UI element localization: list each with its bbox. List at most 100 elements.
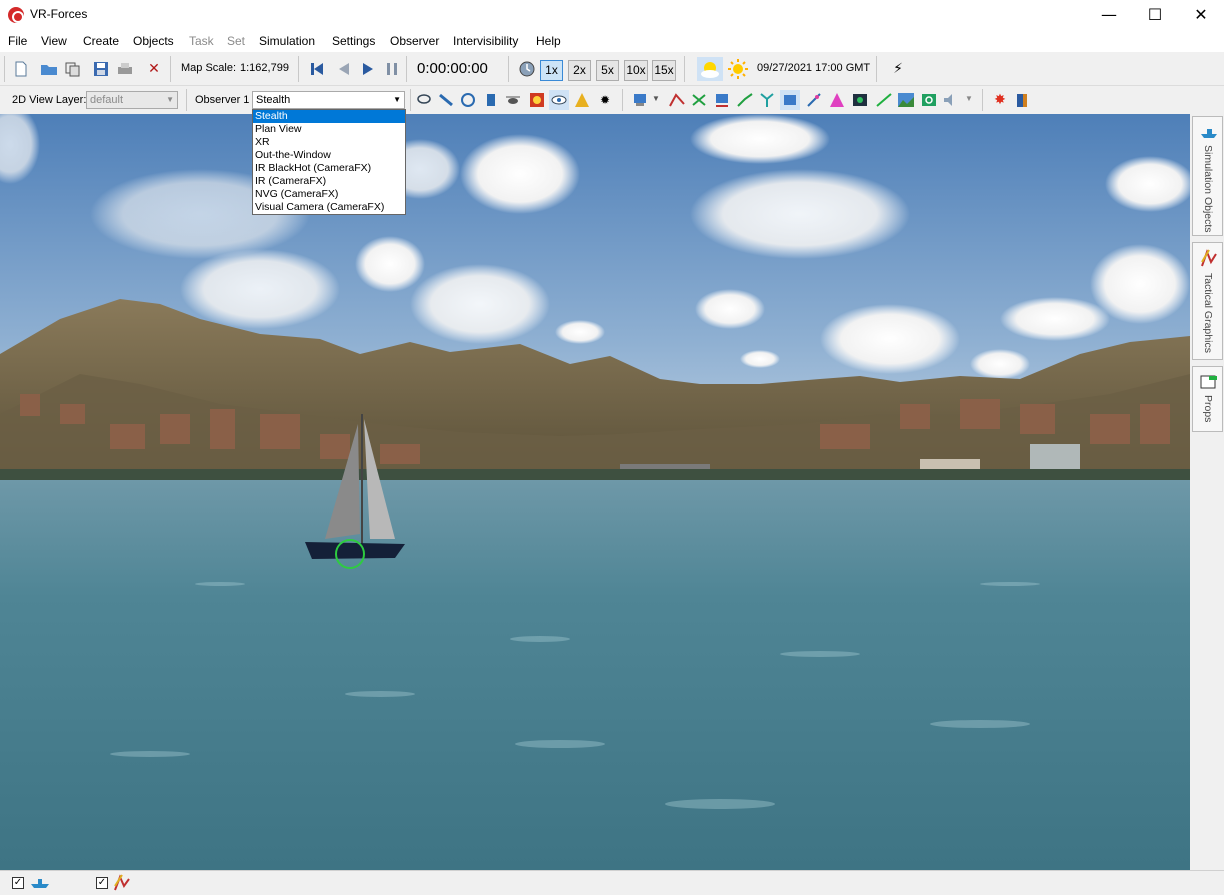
close-button[interactable]: ✕ [1178,0,1224,30]
maximize-button[interactable]: ☐ [1132,0,1178,30]
terrain-button[interactable] [896,90,916,110]
explosion-button[interactable]: ✸ [990,90,1010,110]
save-button[interactable] [91,59,111,79]
gear-view-button[interactable]: ✹ [595,90,615,110]
line-icon [737,93,753,107]
save-icon [94,62,108,76]
menu-settings[interactable]: Settings [332,34,375,48]
chevron-down-icon: ▼ [393,95,401,104]
sensor-icon [853,94,867,106]
copy-icon [65,62,80,77]
tab-simulation-objects[interactable]: Simulation Objects [1192,116,1223,236]
create-object-button[interactable] [631,90,651,110]
line-button[interactable] [735,90,755,110]
open-scenario-button[interactable] [39,59,59,79]
speed-2x-button[interactable]: 2x [568,60,591,81]
observer-mode-option[interactable]: Out-the-Window [253,149,405,162]
close-scenario-button[interactable]: ✕ [144,59,164,79]
speed-5x-button[interactable]: 5x [596,60,619,81]
observer-mode-value: Stealth [256,94,291,106]
menu-file[interactable]: File [8,34,27,48]
print-button[interactable] [115,59,135,79]
observer-mode-option[interactable]: Plan View [253,123,405,136]
route-button[interactable] [667,90,687,110]
objects-visibility-checkbox[interactable]: ✓ [12,877,24,889]
helicopter-button[interactable] [503,90,523,110]
view-layer-select[interactable]: default ▼ [86,91,178,109]
3d-viewport[interactable] [0,114,1190,870]
menu-observer[interactable]: Observer [390,34,439,48]
cube-icon [784,95,796,105]
waypoints-button[interactable] [689,90,709,110]
rewind-button[interactable] [307,59,327,79]
time-of-day-button[interactable] [726,57,750,81]
visibility-button[interactable] [549,90,569,110]
menu-set[interactable]: Set [227,34,245,48]
lasso-icon [417,94,431,104]
speed-15x-button[interactable]: 15x [652,60,676,81]
menu-view[interactable]: View [41,34,67,48]
laser-button[interactable] [874,90,894,110]
pause-icon [387,63,397,75]
chevron-down-icon[interactable]: ▼ [965,94,973,103]
gear-icon: ✹ [599,93,611,107]
chevron-down-icon[interactable]: ▼ [652,94,660,103]
sensor-button[interactable] [850,90,870,110]
skip-start-icon [311,63,323,75]
observer-label: Observer 1 [195,94,250,106]
status-bar: ✓ ✓ [0,870,1224,895]
observer-mode-option[interactable]: XR [253,136,405,149]
speed-10x-button[interactable]: 10x [624,60,648,81]
graphics-visibility-checkbox[interactable]: ✓ [96,877,108,889]
menu-intervisibility[interactable]: Intervisibility [453,34,518,48]
anchor-button[interactable] [458,90,478,110]
new-scenario-button[interactable] [11,59,31,79]
menu-objects[interactable]: Objects [133,34,174,48]
weather-button[interactable] [697,57,723,81]
branch-button[interactable] [757,90,777,110]
menu-task[interactable]: Task [189,34,214,48]
pencil-route-icon [807,93,821,107]
door-icon [1017,94,1027,107]
pyramid-button[interactable] [572,90,592,110]
play-button[interactable] [358,59,378,79]
tab-props[interactable]: Props [1192,366,1223,432]
helicopter-icon [506,96,520,104]
exit-button[interactable] [1013,90,1033,110]
lasso-button[interactable] [414,90,434,110]
observer-mode-option[interactable]: Stealth [253,110,405,123]
shape-button[interactable] [780,90,800,110]
toolbar-grip [4,56,5,82]
minimize-button[interactable]: — [1086,0,1132,30]
time-multiplier-button[interactable] [517,59,537,79]
lightning-button[interactable]: ⚡ [888,59,908,79]
bookmark-button[interactable] [481,90,501,110]
speed-1x-button[interactable]: 1x [540,60,563,81]
tab-tactical-graphics[interactable]: Tactical Graphics [1192,242,1223,360]
observer-mode-select[interactable]: Stealth ▼ [252,91,405,109]
pause-button[interactable] [382,59,402,79]
step-back-button[interactable] [334,59,354,79]
anchor-icon [461,93,475,107]
observer-mode-option[interactable]: NVG (CameraFX) [253,188,405,201]
menu-bar: File View Create Objects Task Set Simula… [0,30,1224,52]
measure-button[interactable] [436,90,456,110]
observer-mode-option[interactable]: IR BlackHot (CameraFX) [253,162,405,175]
audio-button[interactable] [941,90,961,110]
title-bar: VR-Forces — ☐ ✕ [0,0,1224,30]
observer-mode-option[interactable]: IR (CameraFX) [253,175,405,188]
edit-route-button[interactable] [804,90,824,110]
observer-mode-option[interactable]: Visual Camera (CameraFX) [253,201,405,214]
tab-label: Simulation Objects [1202,145,1214,233]
menu-create[interactable]: Create [83,34,119,48]
play-icon [363,63,373,75]
refresh-button[interactable] [919,90,939,110]
heatmap-button[interactable] [527,90,547,110]
step-back-icon [339,63,349,75]
app-logo-icon [8,7,24,23]
menu-simulation[interactable]: Simulation [259,34,315,48]
cone-button[interactable] [827,90,847,110]
area-button[interactable] [712,90,732,110]
menu-help[interactable]: Help [536,34,561,48]
copy-scenario-button[interactable] [63,59,83,79]
